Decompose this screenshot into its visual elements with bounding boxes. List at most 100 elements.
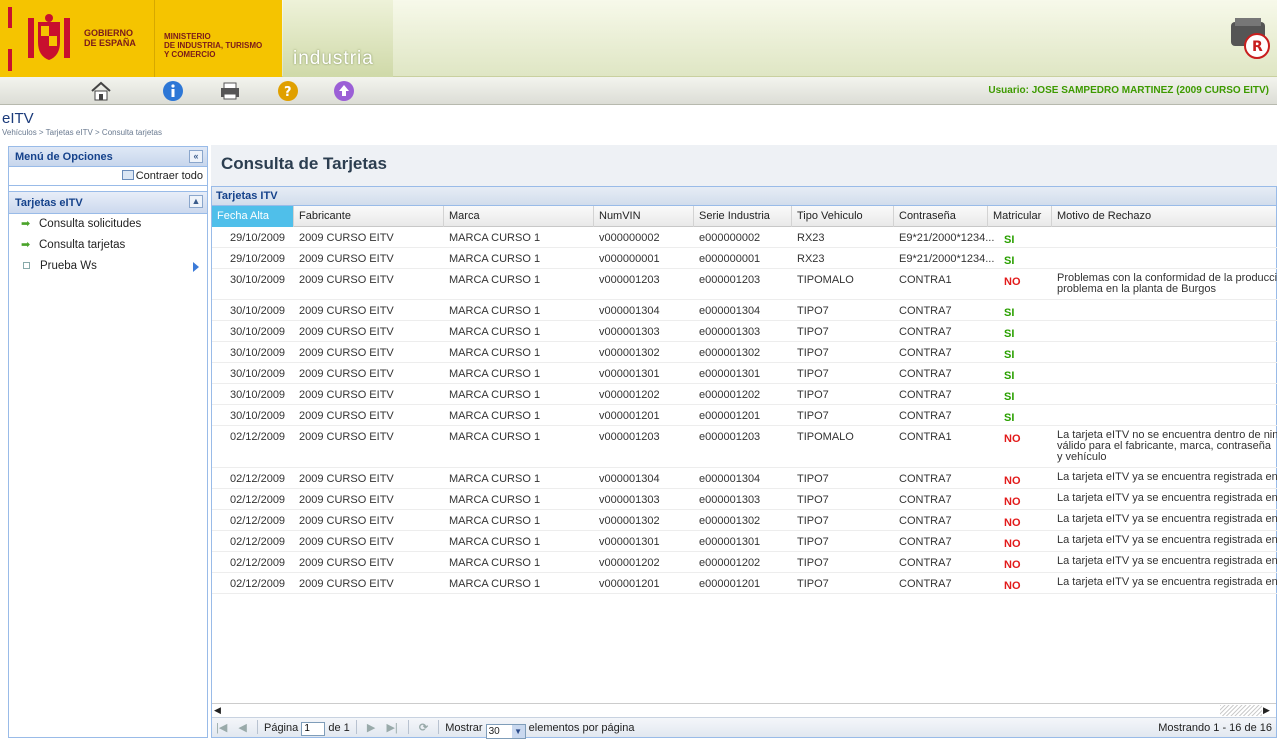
header-banner: GOBIERNO DE ESPAÑA MINISTERIO DE INDUSTR… [0, 0, 1277, 77]
table-cell: CONTRA7 [899, 347, 952, 359]
table-cell [1057, 409, 1277, 424]
table-cell: SI [1004, 391, 1015, 403]
table-cell: La tarjeta eITV ya se encuentra registra… [1057, 493, 1277, 504]
table-cell: E9*21/2000*1234... [899, 232, 995, 244]
next-page-icon[interactable]: ▶ [367, 718, 375, 738]
scroll-thumb[interactable] [1220, 705, 1262, 716]
column-header[interactable]: NumVIN [594, 206, 694, 227]
min-line-1: MINISTERIO [164, 32, 211, 41]
options-panel: Menú de Opciones « Contraer todo Tarjeta… [8, 146, 208, 738]
table-row[interactable]: 30/10/2009 2009 CURSO EITV MARCA CURSO 1 v0… [212, 269, 1277, 300]
table-cell: v000001202 [599, 557, 660, 569]
min-line-3: Y COMERCIO [164, 50, 216, 59]
scroll-right-icon[interactable]: ▶ [1263, 705, 1274, 716]
table-row[interactable]: 29/10/2009 2009 CURSO EITV MARCA CURSO 1 v0… [212, 248, 1277, 269]
section-header-tarjetas[interactable]: Tarjetas eITV ▲ [9, 192, 207, 214]
pagination-toolbar: |◀ ◀ Página de 1 ▶ ▶| ⟳ Mostrar 30 ▼ elem… [212, 717, 1276, 739]
table-cell: 02/12/2009 [230, 431, 286, 443]
table-cell: e000001304 [699, 473, 761, 485]
table-cell: 2009 CURSO EITV [299, 557, 394, 569]
last-page-icon[interactable]: ▶| [386, 718, 397, 738]
table-cell: 2009 CURSO EITV [299, 389, 394, 401]
user-label: Usuario: JOSE SAMPEDRO MARTINEZ (2009 CU… [988, 85, 1269, 96]
print-icon[interactable] [219, 80, 241, 102]
table-cell: TIPO7 [797, 326, 829, 338]
home-icon[interactable] [90, 80, 112, 102]
table-cell: e000001203 [699, 274, 761, 286]
table-row[interactable]: 02/12/2009 2009 CURSO EITV MARCA CURSO 1 v0… [212, 531, 1277, 552]
table-cell: 30/10/2009 [230, 389, 286, 401]
horizontal-scrollbar[interactable]: ◀ ▶ [212, 703, 1276, 717]
section-toggle-button[interactable]: ▲ [189, 195, 203, 208]
menu-item-prueba-ws[interactable]: Prueba Ws [9, 256, 207, 277]
help-icon[interactable]: ? [277, 80, 299, 102]
table-row[interactable]: 02/12/2009 2009 CURSO EITV MARCA CURSO 1 v0… [212, 468, 1277, 489]
table-cell: v000001304 [599, 473, 660, 485]
table-cell: MARCA CURSO 1 [449, 253, 541, 265]
column-header[interactable]: Marca [444, 206, 594, 227]
table-row[interactable]: 02/12/2009 2009 CURSO EITV MARCA CURSO 1 v0… [212, 489, 1277, 510]
page-number-input[interactable] [301, 721, 326, 736]
column-header[interactable]: Contraseña [894, 206, 988, 227]
table-cell: 30/10/2009 [230, 305, 286, 317]
table-cell: La tarjeta eITV ya se encuentra registra… [1057, 514, 1277, 525]
column-header[interactable]: Tipo Vehiculo [792, 206, 894, 227]
column-header[interactable]: Matricular [988, 206, 1052, 227]
table-cell: 02/12/2009 [230, 473, 286, 485]
refresh-icon[interactable]: ⟳ [419, 718, 428, 738]
page-size-select[interactable]: 30 ▼ [485, 724, 526, 739]
table-cell: v000001302 [599, 515, 660, 527]
table-cell: TIPO7 [797, 368, 829, 380]
table-cell: SI [1004, 412, 1015, 424]
menu-item-consulta-tarjetas[interactable]: ➡ Consulta tarjetas [9, 235, 207, 256]
column-header[interactable]: Fecha Alta [212, 206, 294, 227]
table-cell: SI [1004, 328, 1015, 340]
table-row[interactable]: 02/12/2009 2009 CURSO EITV MARCA CURSO 1 v0… [212, 510, 1277, 531]
prev-page-icon[interactable]: ◀ [238, 718, 246, 738]
main-panel: Consulta de Tarjetas Tarjetas ITV Fecha … [211, 145, 1277, 739]
table-cell: v000001303 [599, 494, 660, 506]
table-cell: NO [1004, 517, 1021, 529]
table-row[interactable]: 30/10/2009 2009 CURSO EITV MARCA CURSO 1 v0… [212, 363, 1277, 384]
ministerio-logo: MINISTERIO DE INDUSTRIA, TURISMO Y COMER… [155, 0, 282, 77]
table-cell: 2009 CURSO EITV [299, 515, 394, 527]
table-cell: v000001203 [599, 431, 660, 443]
table-cell: MARCA CURSO 1 [449, 232, 541, 244]
table-cell: MARCA CURSO 1 [449, 431, 541, 443]
section-title: Tarjetas eITV [15, 197, 83, 209]
table-cell: CONTRA7 [899, 389, 952, 401]
table-row[interactable]: 30/10/2009 2009 CURSO EITV MARCA CURSO 1 v0… [212, 300, 1277, 321]
table-row[interactable]: 30/10/2009 2009 CURSO EITV MARCA CURSO 1 v0… [212, 321, 1277, 342]
table-cell: 30/10/2009 [230, 347, 286, 359]
table-row[interactable]: 30/10/2009 2009 CURSO EITV MARCA CURSO 1 v0… [212, 384, 1277, 405]
table-cell: 2009 CURSO EITV [299, 253, 394, 265]
table-cell: CONTRA7 [899, 494, 952, 506]
table-row[interactable]: 29/10/2009 2009 CURSO EITV MARCA CURSO 1 v0… [212, 227, 1277, 248]
table-cell: La tarjeta eITV no se encuentra dentro d… [1057, 430, 1277, 463]
table-row[interactable]: 30/10/2009 2009 CURSO EITV MARCA CURSO 1 v0… [212, 342, 1277, 363]
collapse-panel-button[interactable]: « [189, 150, 203, 163]
column-header[interactable]: Serie Industria [694, 206, 792, 227]
first-page-icon[interactable]: |◀ [216, 718, 227, 738]
table-row[interactable]: 02/12/2009 2009 CURSO EITV MARCA CURSO 1 v0… [212, 573, 1277, 594]
table-cell: CONTRA7 [899, 557, 952, 569]
table-cell: TIPOMALO [797, 431, 854, 443]
table-cell: CONTRA1 [899, 431, 952, 443]
collapse-all-button[interactable]: Contraer todo [9, 167, 207, 186]
scroll-left-icon[interactable]: ◀ [214, 705, 225, 716]
table-cell: CONTRA7 [899, 578, 952, 590]
table-cell: NO [1004, 496, 1021, 508]
table-cell: TIPO7 [797, 305, 829, 317]
menu-item-consulta-solicitudes[interactable]: ➡ Consulta solicitudes [9, 214, 207, 235]
table-cell: NO [1004, 580, 1021, 592]
column-header[interactable]: Motivo de Rechazo [1052, 206, 1277, 227]
upload-icon[interactable] [333, 80, 355, 102]
table-cell: e000001202 [699, 557, 761, 569]
table-row[interactable]: 02/12/2009 2009 CURSO EITV MARCA CURSO 1 v0… [212, 426, 1277, 468]
table-row[interactable]: 30/10/2009 2009 CURSO EITV MARCA CURSO 1 v0… [212, 405, 1277, 426]
column-header[interactable]: Fabricante [294, 206, 444, 227]
table-cell [1057, 388, 1277, 403]
table-cell: v000001301 [599, 536, 660, 548]
table-row[interactable]: 02/12/2009 2009 CURSO EITV MARCA CURSO 1 v0… [212, 552, 1277, 573]
info-icon[interactable] [162, 80, 184, 102]
